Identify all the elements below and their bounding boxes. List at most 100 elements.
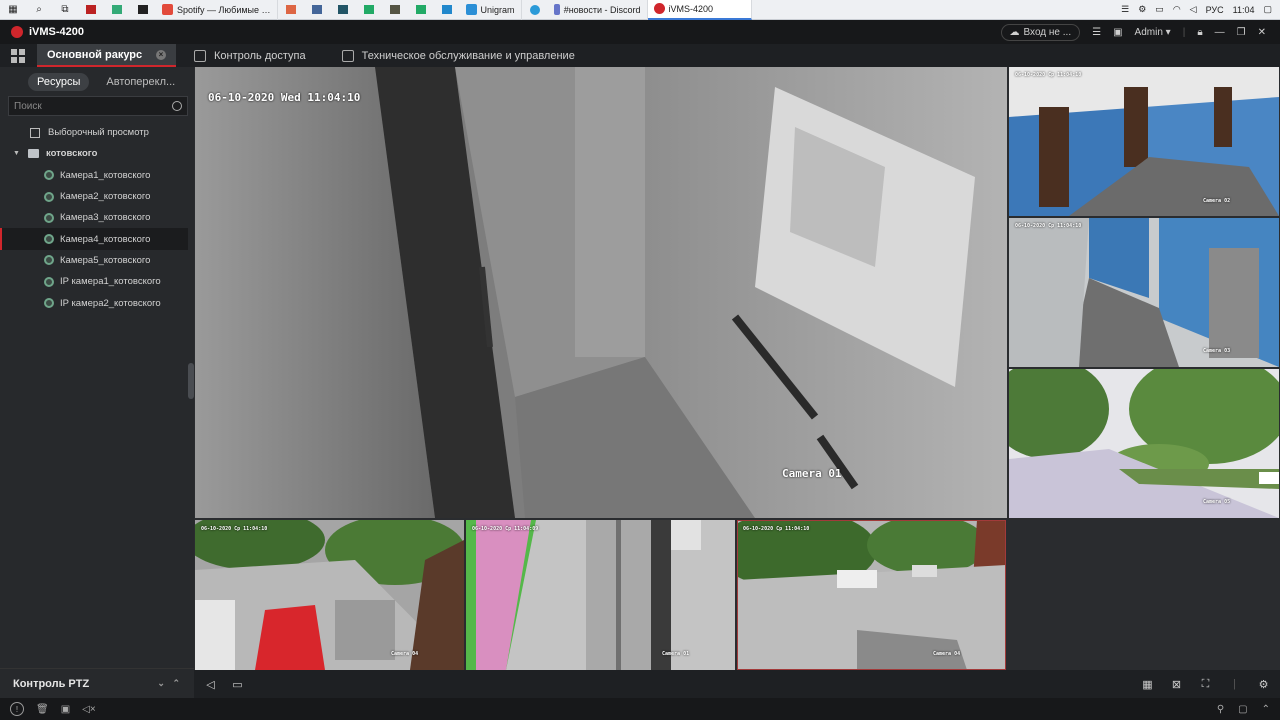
app-icon[interactable] [136,3,150,17]
user-menu[interactable]: Admin ▾ [1135,27,1171,38]
elevator-hall-image [466,520,735,670]
camera-icon [44,298,54,309]
camera-icon [44,276,54,287]
app-icon[interactable] [110,3,124,17]
tree-camera[interactable]: Камера3_котовского [0,207,194,228]
chevron-up-icon[interactable]: ⌃ [1262,704,1270,715]
tab-main-view[interactable]: Основной ракурс × [37,44,176,67]
layout-icon[interactable]: ▦ [1141,678,1154,691]
close-icon[interactable]: ✕ [1258,27,1266,38]
clock[interactable]: 11:04 [1233,5,1255,15]
maintenance-icon [341,49,354,62]
camera-icon [44,212,54,223]
taskbar-app-spotify[interactable]: Spotify — Любимые … [156,0,278,20]
tree-camera[interactable]: Камера4_котовского [0,228,188,250]
network-icon[interactable]: ◠ [1173,4,1181,15]
taskbar-app-unigram[interactable]: Unigram [460,0,522,20]
tab-access-control[interactable]: Контроль доступа [184,44,316,67]
tree-camera[interactable]: IP камера2_котовского [0,292,194,313]
tree-camera[interactable]: Камера5_котовского [0,250,194,271]
app-icon[interactable] [284,3,298,17]
app-icon[interactable] [388,3,402,17]
live-view-grid: 06-10-2020 Wed 11:04:10 Camera 01 06-10-… [194,67,1280,670]
battery-icon: ▭ [1155,4,1164,14]
volume-icon[interactable]: ◁ [1190,4,1197,15]
app-icon[interactable] [84,3,98,17]
search-icon[interactable] [172,101,182,111]
app-icon[interactable] [336,3,350,17]
save-view-icon[interactable]: ▭ [231,678,244,691]
ivms-logo-icon [11,26,23,38]
language-indicator[interactable]: РУС [1206,5,1224,15]
task-view-icon[interactable]: ⧉ [58,3,72,17]
video-pane-4[interactable]: Camera 05 [1009,369,1279,518]
alarm-icon[interactable]: ! [10,702,24,716]
chevron-up-icon[interactable]: ⌄ ⌃ [157,678,180,689]
tab-maintenance[interactable]: Техническое обслуживание и управление [332,44,585,67]
settings-icon[interactable]: ⚙ [1138,4,1146,15]
tree-camera[interactable]: IP камера1_котовского [0,271,194,292]
courtyard-image [737,520,1006,670]
mute-icon[interactable]: ◁× [82,704,96,715]
cloud-icon: ☁ [1009,26,1020,38]
app-titlebar: iVMS-4200 ☁ Вход не ... ☰ ▣ Admin ▾ | 🔒︎… [0,20,1280,44]
osd-timestamp: 06-10-2020 Ср 11:04:10 [1015,72,1082,78]
stairwell-image [1009,218,1279,367]
app-icon[interactable] [440,3,454,17]
taskbar-app-ivms[interactable]: iVMS-4200 [647,0,752,20]
app-icon[interactable] [310,3,324,17]
search-icon[interactable]: ⌕ [32,3,46,17]
app-icon[interactable] [362,3,376,17]
video-pane-5[interactable]: 06-10-2020 Ср 11:04:10 Camera 04 [195,520,464,670]
menu-icon[interactable]: ☰ [1092,27,1101,38]
audio-icon[interactable]: ◁ [204,678,217,691]
video-pane-6[interactable]: 06-10-2020 Ср 11:04:09 Camera 01 [466,520,735,670]
video-pane-3[interactable]: 06-10-2020 Ср 11:04:10 Camera 03 [1009,218,1279,367]
osd-timestamp: 06-10-2020 Ср 11:04:10 [201,526,268,532]
restore-icon[interactable]: ❐ [1237,27,1246,38]
telegram-icon[interactable] [528,3,542,17]
tree-custom-view[interactable]: Выборочный просмотр [0,122,194,143]
notifications-icon[interactable]: ▢ [1263,4,1272,15]
subtab-auto-switch[interactable]: Автоперекл... [97,73,184,91]
fullscreen-icon[interactable]: ⛶ [1199,678,1212,691]
settings-icon[interactable]: ⚙ [1257,678,1270,691]
access-control-icon [194,49,206,62]
login-button[interactable]: ☁ Вход не ... [1000,23,1081,41]
expand-arrow-icon[interactable]: ▼ [13,150,20,157]
pin-icon[interactable]: ⚲ [1217,704,1224,715]
separator: | [1233,678,1236,690]
window-icon[interactable]: ▢ [1238,704,1247,715]
ptz-control-header[interactable]: Контроль PTZ ⌄ ⌃ [0,668,194,698]
subtab-resources[interactable]: Ресурсы [28,72,90,91]
app-icon[interactable] [414,3,428,17]
tree-camera[interactable]: Камера1_котовского [0,165,194,186]
taskbar-app-discord[interactable]: #новости - Discord [548,0,648,20]
view-icon [30,127,40,138]
video-pane-7[interactable]: 06-10-2020 Ср 11:04:10 Camera 04 [737,520,1006,670]
os-taskbar: ▦ ⌕ ⧉ Spotify — Любимые … Unigram #новос… [0,0,1280,20]
minimize-icon[interactable]: — [1215,27,1225,38]
windows-start-icon[interactable]: ▦ [6,3,20,17]
video-pane-2[interactable]: 06-10-2020 Ср 11:04:10 Camera 02 [1009,67,1279,216]
module-grid-icon[interactable] [11,48,25,63]
close-all-icon[interactable]: ⊠ [1170,678,1183,691]
image-icon[interactable]: ▣ [1113,27,1122,38]
separator: | [1182,26,1186,38]
camera-icon [44,255,54,266]
camera-icon [44,234,54,245]
video-pane-main[interactable]: 06-10-2020 Wed 11:04:10 Camera 01 [195,67,1007,518]
lock-icon[interactable]: 🔒︎ [1197,27,1202,38]
tab-close-icon[interactable]: × [156,49,166,60]
status-bar: ! 🗑︎ ▣ ◁× ⚲ ▢ ⌃ [0,698,1280,720]
tree-camera[interactable]: Камера2_котовского [0,186,194,207]
search-input[interactable] [14,100,172,112]
image-icon[interactable]: ▣ [61,704,70,715]
hallway-image [1009,67,1279,216]
osd-camera-name: Camera 01 [782,467,842,480]
osd-camera-name: Camera 04 [933,651,961,657]
resource-panel: Ресурсы Автоперекл... Выборочный просмот… [0,67,194,698]
list-icon[interactable]: ☰ [1121,4,1129,15]
delete-icon[interactable]: 🗑︎ [36,704,49,715]
tree-group[interactable]: ▼ котовского [0,143,194,164]
